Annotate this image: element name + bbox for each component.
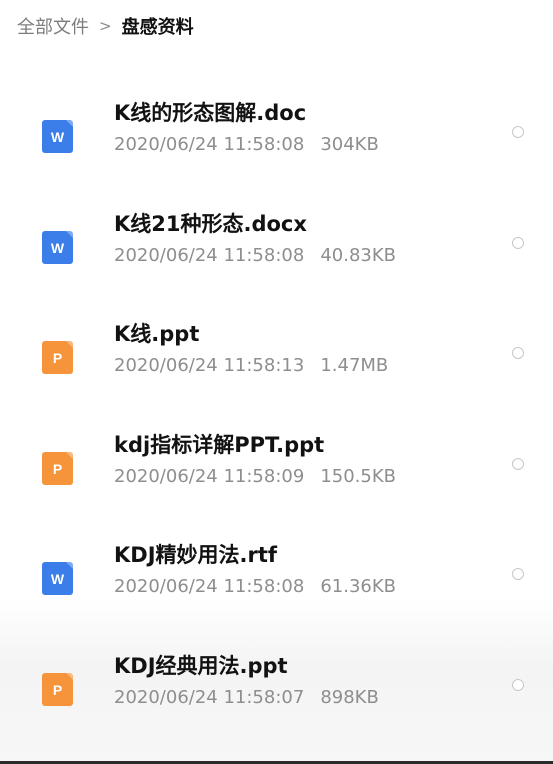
file-meta: 2020/06/24 11:58:07 898KB (114, 687, 379, 708)
word-doc-icon: W (42, 231, 73, 264)
file-name: kdj指标详解PPT.ppt (114, 433, 325, 457)
file-meta: 2020/06/24 11:58:08 40.83KB (114, 245, 396, 266)
ppt-doc-icon: P (42, 452, 73, 485)
ppt-doc-icon: P (42, 673, 73, 706)
select-radio[interactable] (512, 237, 524, 249)
word-doc-icon: W (42, 562, 73, 595)
file-date: 2020/06/24 11:58:07 (114, 687, 305, 708)
file-meta: 2020/06/24 11:58:08 61.36KB (114, 576, 396, 597)
file-size: 150.5KB (320, 466, 396, 487)
file-date: 2020/06/24 11:58:09 (114, 466, 305, 487)
select-radio[interactable] (512, 568, 524, 580)
file-size: 898KB (320, 687, 379, 708)
file-row[interactable]: W K线的形态图解.doc 2020/06/24 11:58:08 304KB (0, 91, 553, 201)
file-row[interactable]: P K线.ppt 2020/06/24 11:58:13 1.47MB (0, 312, 553, 422)
file-meta: 2020/06/24 11:58:09 150.5KB (114, 466, 396, 487)
file-size: 1.47MB (320, 355, 389, 376)
breadcrumb-current: 盘感资料 (121, 17, 194, 38)
breadcrumb: 全部文件 > 盘感资料 (17, 12, 194, 40)
file-meta: 2020/06/24 11:58:08 304KB (114, 134, 379, 155)
file-date: 2020/06/24 11:58:08 (114, 245, 305, 266)
file-size: 61.36KB (320, 576, 396, 597)
file-date: 2020/06/24 11:58:08 (114, 134, 305, 155)
file-meta: 2020/06/24 11:58:13 1.47MB (114, 355, 388, 376)
file-date: 2020/06/24 11:58:13 (114, 355, 305, 376)
word-doc-icon: W (42, 120, 73, 153)
file-date: 2020/06/24 11:58:08 (114, 576, 305, 597)
file-row[interactable]: P kdj指标详解PPT.ppt 2020/06/24 11:58:09 150.… (0, 423, 553, 533)
file-name: KDJ经典用法.ppt (114, 654, 288, 678)
select-radio[interactable] (512, 458, 524, 470)
file-name: K线21种形态.docx (114, 212, 307, 236)
select-radio[interactable] (512, 347, 524, 359)
file-name: K线的形态图解.doc (114, 101, 307, 125)
ppt-doc-icon: P (42, 341, 73, 374)
select-radio[interactable] (512, 126, 524, 138)
file-row[interactable]: W K线21种形态.docx 2020/06/24 11:58:08 40.83K… (0, 202, 553, 312)
file-row[interactable]: P KDJ经典用法.ppt 2020/06/24 11:58:07 898KB (0, 644, 553, 754)
file-size: 304KB (320, 134, 379, 155)
file-size: 40.83KB (320, 245, 396, 266)
breadcrumb-separator: > (99, 17, 112, 35)
file-name: KDJ精妙用法.rtf (114, 543, 278, 567)
breadcrumb-root[interactable]: 全部文件 (17, 13, 89, 39)
select-radio[interactable] (512, 679, 524, 691)
file-row[interactable]: W KDJ精妙用法.rtf 2020/06/24 11:58:08 61.36KB (0, 533, 553, 643)
file-name: K线.ppt (114, 322, 200, 346)
